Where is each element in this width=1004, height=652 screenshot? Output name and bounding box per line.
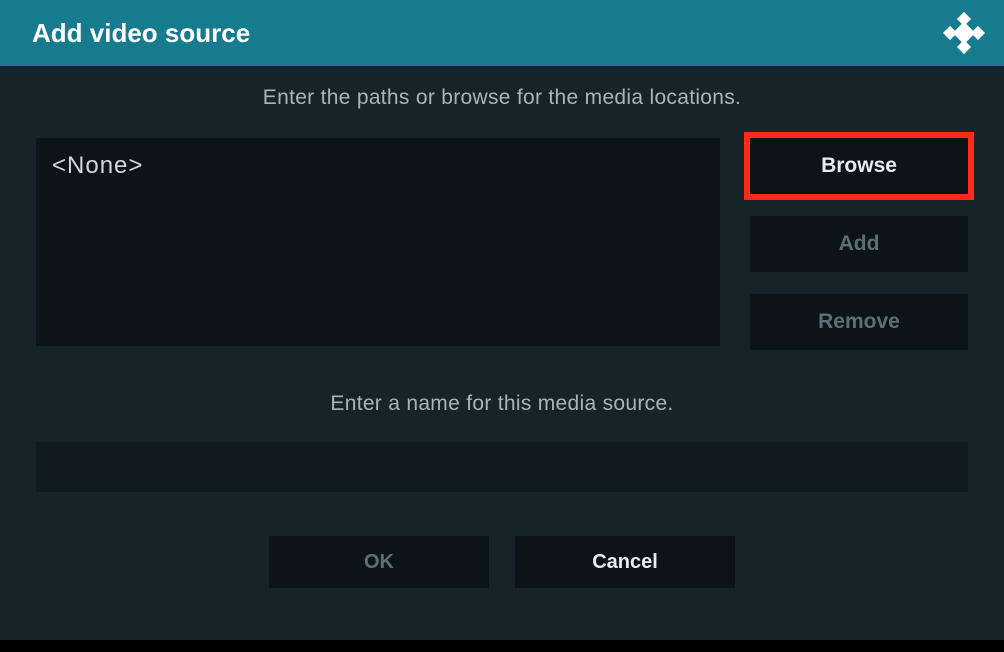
add-button[interactable]: Add bbox=[750, 216, 968, 272]
side-buttons: Browse Add Remove bbox=[750, 138, 968, 350]
ok-button[interactable]: OK bbox=[269, 536, 489, 588]
browse-button[interactable]: Browse bbox=[750, 138, 968, 194]
browse-highlight: Browse bbox=[744, 132, 974, 200]
dialog-title: Add video source bbox=[32, 18, 250, 49]
dialog-content: Enter the paths or browse for the media … bbox=[0, 66, 1004, 640]
paths-instruction-label: Enter the paths or browse for the media … bbox=[36, 86, 968, 110]
name-instruction-label: Enter a name for this media source. bbox=[36, 392, 968, 416]
titlebar: Add video source bbox=[0, 0, 1004, 66]
kodi-logo-icon bbox=[942, 11, 986, 55]
remove-button[interactable]: Remove bbox=[750, 294, 968, 350]
cancel-button[interactable]: Cancel bbox=[515, 536, 735, 588]
paths-row: <None> Browse Add Remove bbox=[36, 138, 968, 350]
footer-buttons: OK Cancel bbox=[36, 536, 968, 588]
source-name-input[interactable] bbox=[36, 442, 968, 492]
path-list-input[interactable]: <None> bbox=[36, 138, 720, 346]
add-video-source-dialog: Add video source Enter the paths or brow… bbox=[0, 0, 1004, 640]
path-list-value: <None> bbox=[52, 152, 143, 179]
bottom-strip bbox=[0, 640, 1004, 652]
